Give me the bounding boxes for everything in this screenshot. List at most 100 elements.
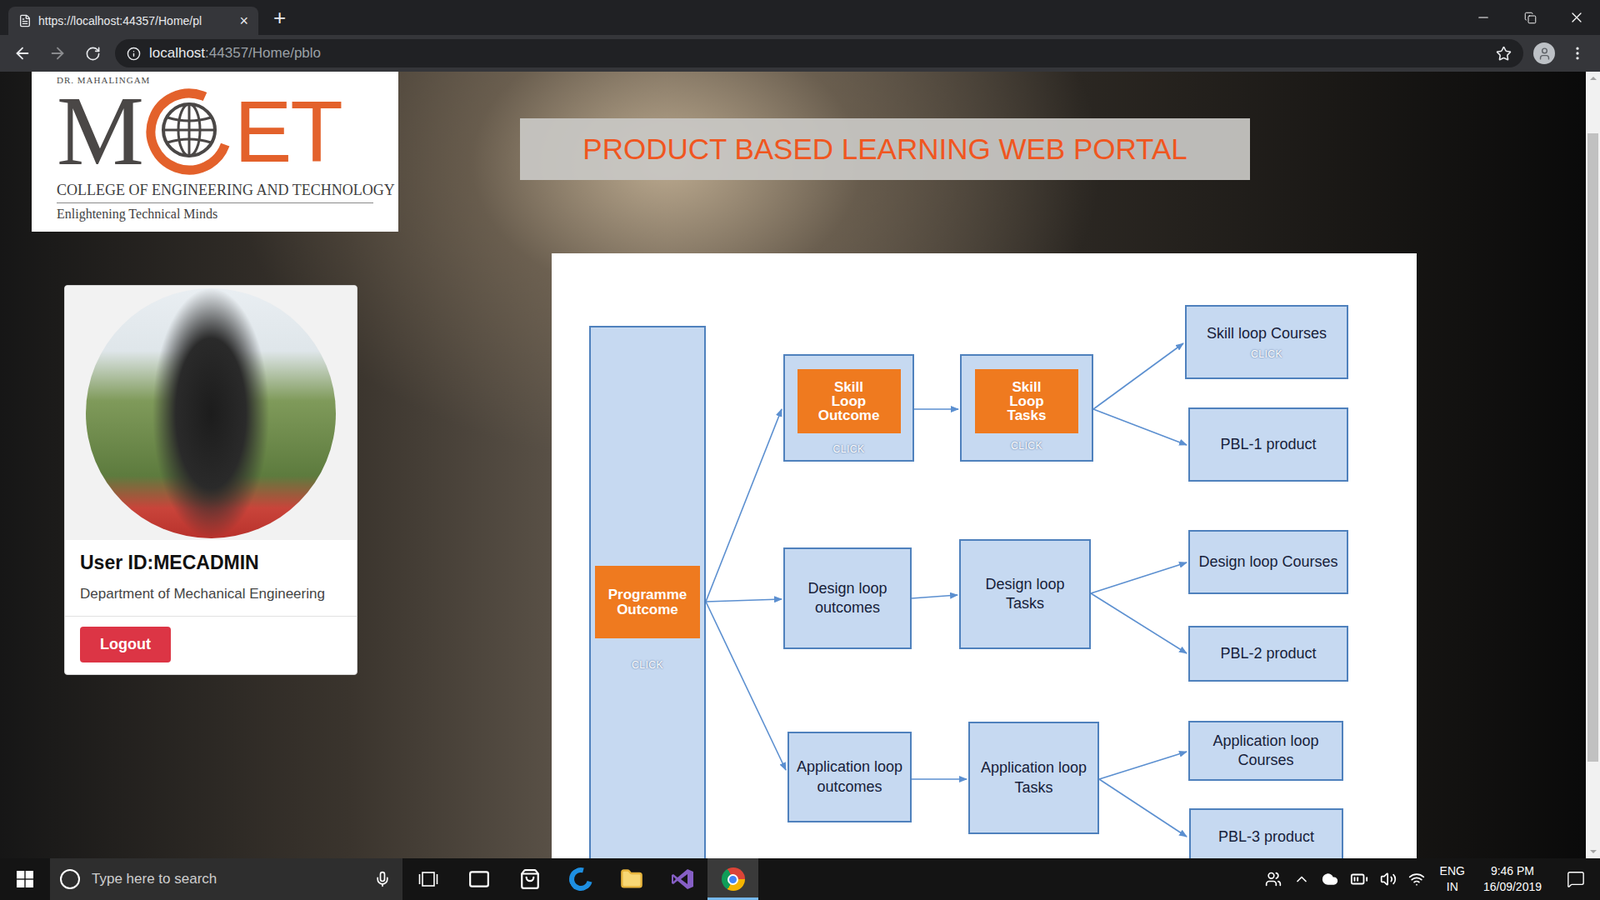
node-label: Design loop outcomes: [790, 579, 905, 619]
tab-title: https://localhost:44357/Home/pl: [38, 14, 231, 28]
node-label: Application loop Courses: [1195, 731, 1337, 771]
node-label: Application loop outcomes: [794, 757, 905, 797]
click-link[interactable]: CLICK: [1250, 348, 1283, 360]
node-label: Skill Loop Tasks: [1007, 380, 1047, 424]
product-node: Design loop Courses: [1188, 530, 1349, 595]
connector-arrow: [1093, 409, 1187, 445]
start-button[interactable]: [0, 858, 50, 900]
scroll-thumb[interactable]: [1587, 133, 1599, 762]
volume-icon: [1380, 870, 1397, 888]
restore-icon: [1524, 11, 1537, 25]
department: Department of Mechanical Engineering: [80, 585, 342, 603]
connector-arrow: [705, 599, 782, 602]
click-link[interactable]: CLICK: [833, 443, 865, 455]
battery-icon: [1350, 870, 1369, 889]
user-id: User ID:MECADMIN: [80, 551, 342, 575]
tab-close-button[interactable]: ×: [237, 13, 250, 29]
connector-arrow: [705, 409, 782, 602]
taskbar-app[interactable]: [707, 858, 759, 900]
people-icon: [1265, 870, 1282, 888]
language-indicator[interactable]: ENGIN: [1436, 863, 1469, 895]
close-icon: [1568, 9, 1585, 26]
onedrive-button[interactable]: [1321, 870, 1339, 888]
site-info-icon[interactable]: [126, 46, 141, 61]
taskbar-app[interactable]: [605, 858, 657, 900]
visual-studio-icon: [670, 867, 695, 891]
logo-college-name: COLLEGE OF ENGINEERING AND TECHNOLOGY: [56, 181, 374, 204]
logo-tagline: Enlightening Technical Minds: [56, 206, 374, 222]
loop-node: Design loop outcomes: [783, 547, 912, 650]
diagram-panel: Programme OutcomeCLICKSkill Loop Outcome…: [551, 253, 1417, 859]
taskbar-app[interactable]: [453, 858, 505, 900]
click-link[interactable]: CLICK: [1010, 440, 1043, 452]
back-arrow-icon: [13, 44, 32, 63]
browser-tab[interactable]: https://localhost:44357/Home/pl ×: [8, 6, 259, 35]
reload-button[interactable]: [80, 40, 105, 66]
volume-button[interactable]: [1380, 870, 1397, 888]
product-node: PBL-3 product: [1189, 808, 1344, 859]
address-bar[interactable]: localhost:44357/Home/pblo: [115, 39, 1524, 68]
connector-arrow: [911, 778, 967, 780]
globe-c-logo-icon: [144, 86, 235, 177]
action-center-button[interactable]: [1556, 858, 1595, 900]
connector-arrow: [1099, 751, 1187, 780]
page-icon: [18, 14, 32, 28]
click-link[interactable]: CLICK: [631, 659, 664, 671]
title-banner: PRODUCT BASED LEARNING WEB PORTAL: [520, 118, 1250, 180]
taskbar-app[interactable]: [555, 858, 606, 900]
logout-button[interactable]: Logout: [80, 626, 171, 663]
taskbar-app[interactable]: [656, 858, 708, 900]
people-button[interactable]: [1265, 870, 1282, 888]
product-node[interactable]: Skill loop CoursesCLICK: [1185, 305, 1349, 380]
highlight-box[interactable]: Skill Loop Tasks: [975, 369, 1079, 434]
file-explorer-icon: [620, 867, 644, 891]
product-node: Application loop Courses: [1188, 720, 1344, 781]
menu-button[interactable]: [1565, 40, 1590, 66]
clock-date: 16/09/2019: [1483, 879, 1542, 895]
scroll-down-arrow[interactable]: [1590, 850, 1597, 854]
network-button[interactable]: [1408, 870, 1425, 888]
product-node: PBL-2 product: [1188, 625, 1349, 682]
node-label: Skill Loop Outcome: [818, 380, 880, 424]
hidden-icons-button[interactable]: [1293, 870, 1310, 888]
loop-node[interactable]: Skill Loop Tasks CLICK: [960, 354, 1094, 462]
taskbar-search[interactable]: Type here to search: [50, 858, 403, 900]
close-button[interactable]: [1553, 0, 1600, 35]
connector-arrow: [705, 601, 786, 770]
clock-time: 9:46 PM: [1490, 863, 1535, 880]
highlight-box[interactable]: Skill Loop Outcome: [797, 369, 901, 434]
bookmark-star-icon[interactable]: [1495, 45, 1512, 62]
task-view-icon: [418, 870, 439, 889]
scroll-track[interactable]: [1585, 85, 1600, 845]
taskbar-app[interactable]: [504, 858, 555, 900]
url-text: localhost:44357/Home/pblo: [149, 45, 1488, 62]
programme-column[interactable]: Programme Outcome CLICK: [589, 325, 706, 859]
connector-arrow: [914, 408, 959, 410]
left-column: DR. MAHALINGAMMETCOLLEGE OF ENGINEERING …: [0, 71, 399, 859]
url-host: localhost: [149, 45, 205, 61]
right-column: PRODUCT BASED LEARNING WEB PORTAL Program…: [520, 71, 1417, 859]
window-controls: [1460, 0, 1600, 35]
microphone-icon[interactable]: [374, 870, 391, 888]
page-viewport: DR. MAHALINGAMMETCOLLEGE OF ENGINEERING …: [0, 71, 1586, 859]
language-text: IN: [1446, 879, 1459, 895]
loop-node[interactable]: Skill Loop Outcome CLICK: [783, 354, 915, 462]
profile-card: User ID:MECADMIN Department of Mechanical…: [64, 285, 358, 675]
minimize-button[interactable]: [1460, 0, 1507, 35]
new-tab-button[interactable]: +: [273, 6, 286, 29]
back-button[interactable]: [10, 40, 35, 66]
profile-button[interactable]: [1533, 42, 1555, 65]
taskbar-app[interactable]: [402, 858, 454, 900]
node-label: Application loop Tasks: [975, 758, 1093, 798]
connector-arrow: [1090, 593, 1187, 654]
scrollbar[interactable]: [1585, 71, 1600, 859]
restore-button[interactable]: [1506, 0, 1554, 35]
loop-node: Design loop Tasks: [959, 539, 1091, 650]
photo-area: [65, 285, 357, 540]
scroll-up-arrow[interactable]: [1590, 76, 1597, 80]
store-icon: [519, 868, 541, 890]
chrome-center: [727, 874, 739, 885]
highlight-box[interactable]: Programme Outcome: [595, 565, 700, 639]
battery-button[interactable]: [1350, 870, 1369, 889]
clock[interactable]: 9:46 PM16/09/2019: [1480, 863, 1545, 895]
